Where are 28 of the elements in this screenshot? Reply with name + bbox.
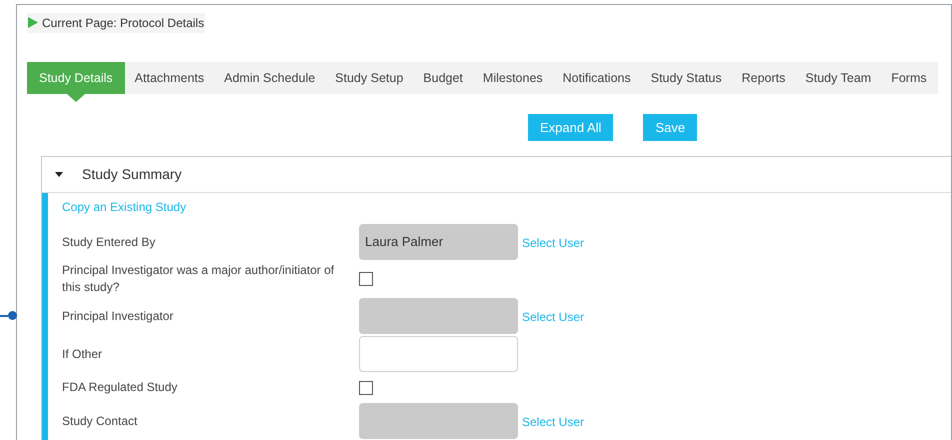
tab[interactable]: Budget xyxy=(413,62,473,94)
field-label: Study Entered By xyxy=(62,234,156,250)
field-label: Principal Investigator xyxy=(62,308,174,324)
callout-marker-drawing xyxy=(0,311,17,320)
breadcrumb: Current Page: Protocol Details xyxy=(42,14,204,32)
field-label: Principal Investigator was a major author/initiator of this study? xyxy=(62,262,336,296)
tab[interactable]: Forms xyxy=(881,62,937,94)
section-title: Study Summary xyxy=(82,165,182,184)
field-label: FDA Regulated Study xyxy=(62,379,178,396)
tab[interactable]: Study Setup xyxy=(325,62,414,94)
caret-icon[interactable] xyxy=(55,172,63,177)
tab[interactable]: Study Team xyxy=(795,62,882,94)
checkbox[interactable] xyxy=(359,380,373,394)
user-field[interactable] xyxy=(359,298,518,334)
user-field[interactable]: Laura Palmer xyxy=(359,224,518,260)
user-field[interactable] xyxy=(359,403,518,439)
tab[interactable]: Reports xyxy=(732,62,796,94)
tab-pointer-icon xyxy=(66,94,85,102)
play-icon xyxy=(28,17,38,28)
input-field[interactable] xyxy=(359,336,518,372)
tab[interactable]: Admin Schedule xyxy=(214,62,326,94)
checkbox[interactable] xyxy=(359,272,373,286)
field-label: Study Contact xyxy=(62,412,138,430)
field-label: If Other xyxy=(62,346,104,362)
tab[interactable]: Attachments xyxy=(124,62,214,94)
tab[interactable]: Study Status xyxy=(640,62,732,94)
tab[interactable]: Milestones xyxy=(472,62,553,94)
tab[interactable]: Notifications xyxy=(552,62,641,94)
